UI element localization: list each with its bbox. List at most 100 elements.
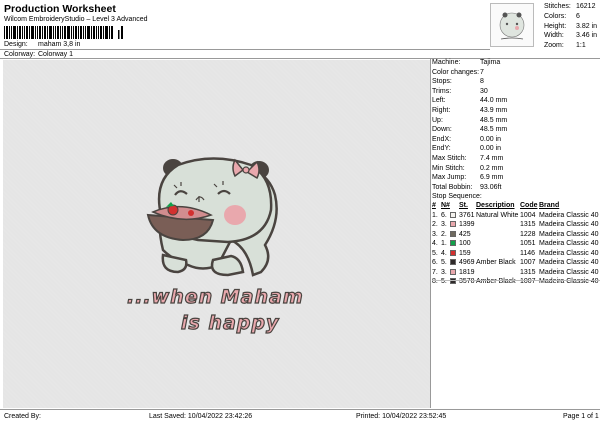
- row-number: 3.: [432, 230, 438, 238]
- col-header: #: [432, 202, 436, 210]
- table-row: 1. 6. 3761 Natural White 1004 Madeira Classic…: [432, 210, 600, 220]
- thread-description: [476, 220, 520, 230]
- col-header: St.: [459, 202, 468, 210]
- detail-row: Color changes: 7: [432, 68, 600, 78]
- stitch-count: 3578: [459, 278, 475, 286]
- embroidery-design: [146, 157, 278, 277]
- table-row: 5. 4. 159 1146 Madeira Classic 40: [432, 248, 600, 258]
- detail-row: Left: 44.0 mm: [432, 96, 600, 106]
- detail-value: 93.06ft: [480, 183, 502, 191]
- footer: Created By: Last Saved: 10/04/2022 23:42…: [0, 409, 600, 424]
- needle-number: 3.: [441, 268, 447, 276]
- detail-row: Machine: Tajima: [432, 58, 600, 68]
- stat-row: Zoom: 1:1: [544, 41, 600, 51]
- stat-value: 3.46 in: [576, 32, 598, 40]
- color-swatch: [450, 259, 456, 266]
- page-number: Page 1 of 1: [563, 413, 599, 420]
- detail-row: Max Jump: 6.9 mm: [432, 173, 600, 183]
- thread-code: 1007: [520, 278, 536, 286]
- color-swatch: [450, 221, 456, 228]
- thread-code: 1051: [520, 240, 536, 248]
- detail-label: Down:: [432, 126, 452, 134]
- stat-row: Stitches: 16212: [544, 2, 600, 12]
- detail-row: EndX: 0.00 in: [432, 135, 600, 145]
- stitch-count: 425: [459, 230, 471, 238]
- page-title: Production Worksheet: [4, 3, 116, 15]
- color-swatch: [450, 211, 456, 218]
- stat-label: Width:: [544, 32, 564, 40]
- stat-value: 6: [576, 12, 580, 20]
- details-panel: Machine: Tajima Color changes: 7 Stops: 8 T…: [432, 58, 600, 286]
- thread-code: 1315: [520, 221, 536, 229]
- col-header: N#: [441, 202, 450, 210]
- thread-brand: Madeira Classic 40: [539, 259, 599, 267]
- stat-label: Zoom:: [544, 42, 564, 50]
- swatch: [450, 239, 459, 249]
- stat-value: 3.82 in: [576, 22, 598, 30]
- detail-row: EndY: 0.00 in: [432, 144, 600, 154]
- thread-code: 1004: [520, 211, 536, 219]
- design-label: Design:: [4, 41, 28, 48]
- row-number: 2.: [432, 221, 438, 229]
- stitch-count: 1819: [459, 268, 475, 276]
- row-number: 1.: [432, 211, 438, 219]
- detail-label: Min Stitch:: [432, 164, 465, 172]
- row-number: 5.: [432, 249, 438, 257]
- row-number: 6.: [432, 259, 438, 267]
- detail-row: Total Bobbin: 93.06ft: [432, 183, 600, 193]
- color-swatch: [450, 268, 456, 275]
- thumbnail-image: [499, 12, 525, 40]
- barcode: [4, 26, 113, 39]
- colorway-row: Colorway: Colorway 1: [4, 51, 73, 58]
- stop-sequence-table: # N# St. Description Code Brand 1. 6. 3761…: [432, 201, 600, 286]
- swatch: [450, 229, 459, 239]
- detail-label: Stops:: [432, 78, 452, 86]
- colorway-value: Colorway 1: [38, 51, 74, 58]
- top-stats-panel: Stitches: 16212 Colors: 6 Height: 3.82 in W…: [544, 2, 600, 51]
- detail-row: Stops: 8: [432, 77, 600, 87]
- character-leg: [210, 254, 245, 277]
- detail-label: Machine:: [432, 59, 461, 66]
- color-swatch: [450, 240, 456, 247]
- software-subtitle: Wilcom EmbroideryStudio – Level 3 Advanc…: [4, 16, 148, 23]
- detail-row: Up: 48.5 mm: [432, 116, 600, 126]
- detail-label: Total Bobbin:: [432, 183, 473, 191]
- stat-label: Height:: [544, 22, 567, 30]
- stitch-count: 3761: [459, 211, 475, 219]
- needle-number: 2.: [441, 230, 447, 238]
- swatch: [450, 220, 459, 230]
- row-number: 8.: [432, 278, 438, 286]
- stitch-count: 4969: [459, 259, 475, 267]
- stop-sequence-title: Stop Sequence:: [432, 193, 482, 201]
- table-header-row: # N# St. Description Code Brand: [432, 201, 600, 210]
- detail-value: 44.0 mm: [480, 97, 508, 105]
- thread-brand: Madeira Classic 40: [539, 249, 599, 257]
- design-value: maham 3,8 in: [38, 41, 81, 48]
- detail-value: 6.9 mm: [480, 174, 504, 182]
- stat-value: 16212: [576, 3, 596, 10]
- thread-description: Amber Black: [476, 278, 516, 286]
- created-by: Created By:: [4, 413, 41, 420]
- divider: [430, 58, 431, 408]
- swatch: [450, 248, 459, 258]
- divider: [432, 280, 600, 281]
- thread-brand: Madeira Classic 40: [539, 221, 599, 229]
- swatch: [450, 210, 459, 220]
- thread-description: [476, 229, 520, 239]
- table-row: 7. 3. 1819 1315 Madeira Classic 40: [432, 267, 600, 277]
- design-thumbnail: [490, 3, 534, 47]
- thread-description: [476, 248, 520, 258]
- needle-number: 6.: [441, 211, 447, 219]
- needle-number: 3.: [441, 221, 447, 229]
- detail-value: 48.5 mm: [480, 116, 508, 124]
- thread-code: 1315: [520, 268, 536, 276]
- design-text-line1: ...when Maham: [126, 285, 304, 308]
- design-canvas[interactable]: ...when Maham is happy: [3, 60, 430, 408]
- thread-description: [476, 267, 520, 277]
- last-saved: Last Saved: 10/04/2022 23:42:26: [149, 413, 253, 420]
- row-number: 4.: [432, 240, 438, 248]
- divider: [0, 49, 490, 50]
- thread-brand: Madeira Classic 40: [539, 240, 599, 248]
- table-row: 4. 1. 100 1051 Madeira Classic 40: [432, 239, 600, 249]
- thread-code: 1228: [520, 230, 536, 238]
